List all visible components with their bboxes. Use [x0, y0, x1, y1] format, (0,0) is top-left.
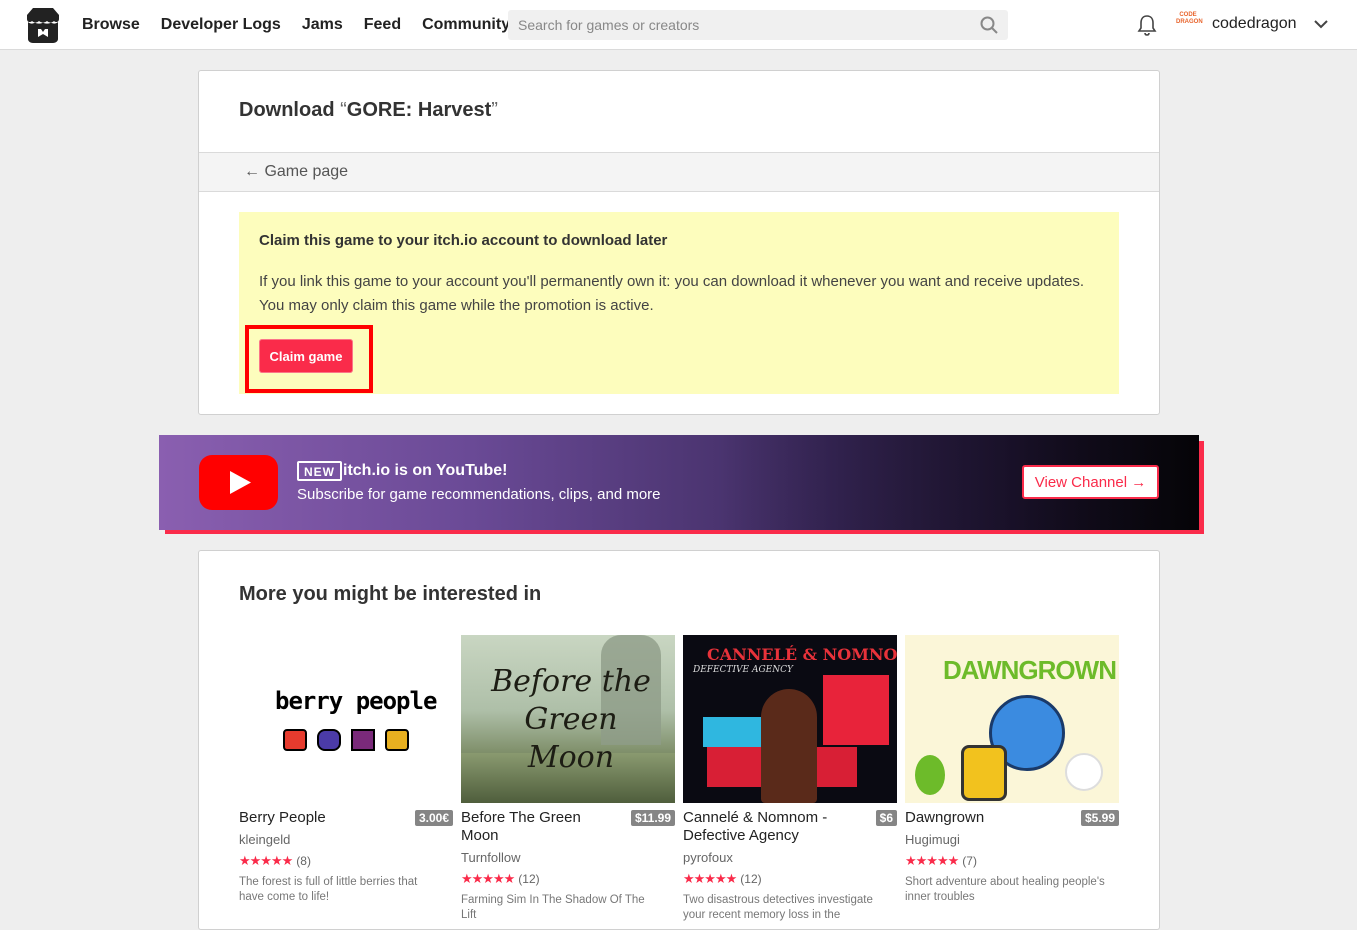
- game-title[interactable]: Cannelé & Nomnom - Defective Agency: [683, 809, 853, 845]
- search-bar: [508, 10, 1008, 40]
- thumbnail-title: berry people: [275, 687, 437, 715]
- game-title[interactable]: Before The Green Moon: [461, 809, 611, 845]
- new-badge: NEW: [297, 461, 342, 481]
- berry-icons: [283, 729, 409, 751]
- game-description: Farming Sim In The Shadow Of The Lift: [461, 894, 645, 921]
- thumb-bubble: [1065, 753, 1103, 791]
- nav-community[interactable]: Community: [422, 16, 510, 34]
- game-author[interactable]: kleingeld: [239, 832, 290, 847]
- game-rating: ★★★★★ (12): [461, 871, 540, 887]
- thumbnail-subtitle: DEFECTIVE AGENCY: [693, 665, 793, 675]
- game-page-link[interactable]: ← Game page: [244, 163, 348, 181]
- price-badge: $6: [875, 810, 897, 826]
- game-thumbnail[interactable]: berry people: [239, 635, 453, 803]
- game-name: GORE: Harvest: [346, 99, 492, 121]
- thumbnail-title: CANNELÉ & NOMNOM: [707, 645, 897, 664]
- claim-heading: Claim this game to your itch.io account …: [259, 232, 668, 249]
- sub-nav: ← Game page: [199, 152, 1159, 192]
- avatar[interactable]: CODE DRAGON: [1176, 12, 1203, 36]
- thumb-character: [761, 689, 817, 803]
- thumb-leaf: [915, 755, 945, 795]
- price-badge: $5.99: [1080, 810, 1119, 826]
- youtube-banner: NEW itch.io is on YouTube! Subscribe for…: [159, 435, 1199, 530]
- game-description: The forest is full of little berries tha…: [239, 876, 418, 903]
- youtube-title: itch.io is on YouTube!: [343, 462, 508, 479]
- recommendations-heading: More you might be interested in: [239, 583, 542, 605]
- game-title[interactable]: Dawngrown: [905, 809, 1055, 827]
- game-description: Two disastrous detectives investigate yo…: [683, 894, 873, 921]
- star-rating-icon: ★★★★★: [683, 871, 737, 886]
- game-rating: ★★★★★ (12): [683, 871, 762, 887]
- nav-feed[interactable]: Feed: [364, 16, 401, 34]
- search-icon[interactable]: [980, 16, 998, 34]
- thumb-red-block: [823, 675, 889, 745]
- youtube-subtitle: Subscribe for game recommendations, clip…: [297, 486, 661, 503]
- price-badge: 3.00€: [414, 810, 453, 826]
- game-author[interactable]: Hugimugi: [905, 832, 960, 847]
- recommendations-card: More you might be interested in berry pe…: [198, 550, 1160, 930]
- thumb-cyan-block: [703, 717, 763, 747]
- game-thumbnail[interactable]: DAWNGROWN: [905, 635, 1119, 803]
- thumb-pipe: [961, 745, 1007, 801]
- username[interactable]: codedragon: [1212, 15, 1297, 33]
- game-title[interactable]: Berry People: [239, 809, 389, 827]
- nav-browse[interactable]: Browse: [82, 16, 140, 34]
- star-rating-icon: ★★★★★: [461, 871, 515, 886]
- view-channel-button[interactable]: View Channel →: [1022, 465, 1159, 499]
- star-rating-icon: ★★★★★: [239, 853, 293, 868]
- bell-icon[interactable]: [1137, 14, 1157, 36]
- game-author[interactable]: Turnfollow: [461, 850, 520, 865]
- nav-developer-logs[interactable]: Developer Logs: [161, 16, 281, 34]
- thumbnail-title: DAWNGROWN: [943, 655, 1117, 685]
- search-input[interactable]: [508, 10, 968, 40]
- claim-notice: Claim this game to your itch.io account …: [239, 212, 1119, 394]
- game-description: Short adventure about healing people's i…: [905, 876, 1105, 903]
- rating-count: (12): [518, 872, 540, 886]
- game-thumbnail[interactable]: CANNELÉ & NOMNOM DEFECTIVE AGENCY: [683, 635, 897, 803]
- game-rating: ★★★★★ (7): [905, 853, 977, 869]
- rating-count: (7): [962, 854, 977, 868]
- rating-count: (12): [740, 872, 762, 886]
- close-quote: ”: [491, 99, 498, 121]
- game-author[interactable]: pyrofoux: [683, 850, 733, 865]
- title-prefix: Download: [239, 99, 335, 121]
- main-nav: Browse Developer Logs Jams Feed Communit…: [82, 0, 531, 50]
- download-card: Download “GORE: Harvest” ← Game page Cla…: [198, 70, 1160, 415]
- game-rating: ★★★★★ (8): [239, 853, 311, 869]
- chevron-down-icon[interactable]: [1313, 18, 1329, 30]
- top-header: Browse Developer Logs Jams Feed Communit…: [0, 0, 1357, 50]
- thumbnail-title: Before the Green Moon: [491, 664, 651, 775]
- page-title: Download “GORE: Harvest”: [239, 99, 498, 122]
- rating-count: (8): [296, 854, 311, 868]
- star-rating-icon: ★★★★★: [905, 853, 959, 868]
- claim-text: If you link this game to your account yo…: [259, 273, 1084, 314]
- claim-game-button[interactable]: Claim game: [259, 339, 353, 373]
- game-thumbnail[interactable]: Before the Green Moon: [461, 635, 675, 803]
- nav-jams[interactable]: Jams: [302, 16, 343, 34]
- price-badge: $11.99: [630, 810, 675, 826]
- itchio-logo-icon[interactable]: [24, 7, 62, 44]
- youtube-logo-icon: [199, 455, 278, 510]
- open-quote: “: [340, 99, 347, 121]
